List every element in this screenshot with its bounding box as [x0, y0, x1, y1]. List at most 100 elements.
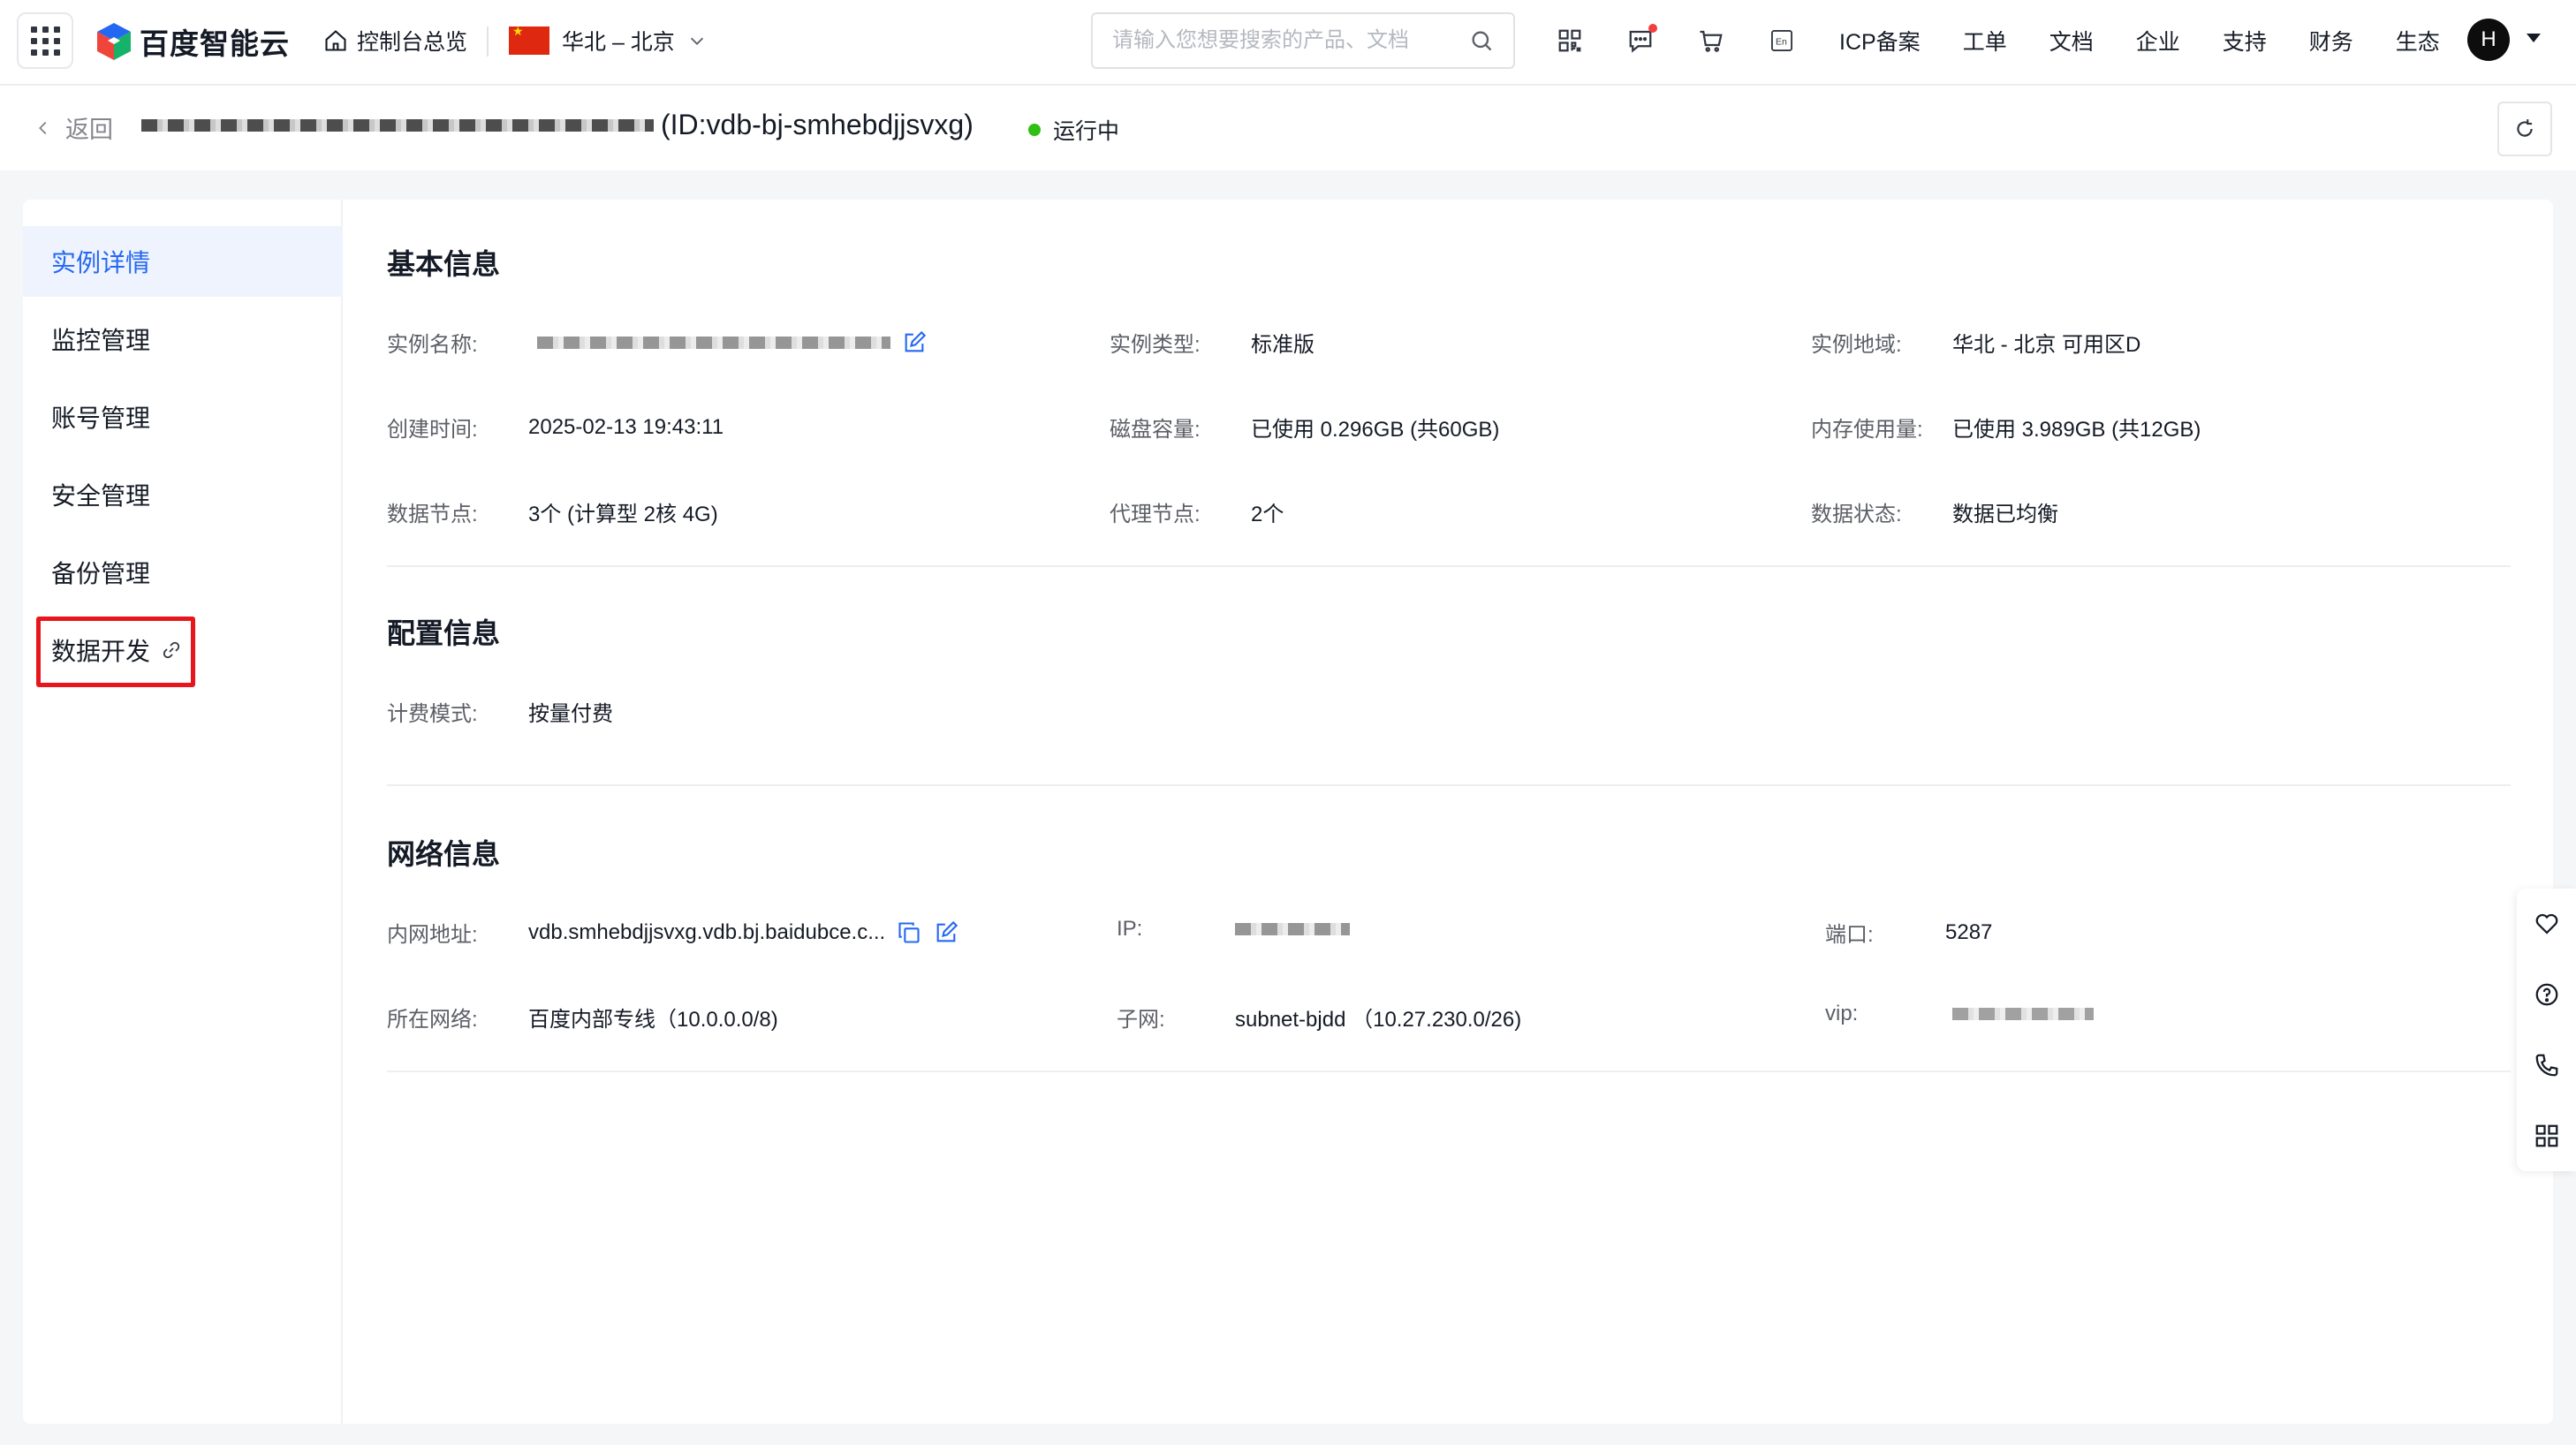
field-billing-mode: 计费模式: 按量付费 [387, 696, 613, 727]
section-title-network: 网络信息 [387, 838, 501, 870]
field-label: 数据节点: [387, 503, 478, 526]
detail-card: 实例详情 监控管理 账号管理 安全管理 备份管理 数据开发 基本信息 实例名称:… [23, 200, 2553, 1424]
field-value: 已使用 3.989GB (共12GB) [1952, 418, 2201, 442]
vpc-link[interactable]: 百度内部专线（10.0.0.0/8) [528, 1002, 778, 1033]
field-label: 数据状态: [1811, 503, 1902, 526]
nav-links: ICP备案 工单 文档 企业 支持 财务 生态 [1839, 23, 2440, 58]
instance-title: (ID:vdb-bj-smhebdjjsvxg) [141, 109, 974, 141]
highlight-box [36, 617, 195, 687]
field-label: 子网: [1117, 1008, 1165, 1032]
field-instance-name: 实例名称: [387, 327, 927, 358]
back-button[interactable]: 返回 [34, 110, 113, 145]
sidebar-item-security[interactable]: 安全管理 [23, 459, 343, 530]
nav-link-ticket[interactable]: 工单 [1963, 25, 2007, 57]
field-label: 磁盘容量: [1110, 418, 1201, 442]
field-port: 端口: 5287 [1825, 917, 1992, 948]
sidebar-item-account[interactable]: 账号管理 [23, 382, 343, 452]
field-label: 实例地域: [1811, 333, 1902, 357]
subnet-link[interactable]: subnet-bjdd （10.27.230.0/26) [1235, 1002, 1521, 1033]
field-instance-type: 实例类型: 标准版 [1110, 327, 1315, 358]
nav-link-docs[interactable]: 文档 [2049, 25, 2094, 57]
field-data-nodes: 数据节点: 3个 (计算型 2核 4G) [387, 496, 718, 527]
sidebar-item-monitor[interactable]: 监控管理 [23, 304, 343, 374]
field-value: 5287 [1945, 919, 1993, 944]
nav-icon-group: En [1555, 23, 1797, 58]
sidebar-item-instance-detail[interactable]: 实例详情 [23, 226, 343, 297]
sidebar-item-backup[interactable]: 备份管理 [23, 537, 343, 608]
redacted-name [537, 336, 890, 349]
sidebar: 实例详情 监控管理 账号管理 安全管理 备份管理 数据开发 [23, 200, 343, 1424]
chevron-left-icon [39, 121, 47, 134]
field-label: 代理节点: [1110, 503, 1201, 526]
field-intranet-address: 内网地址: vdb.smhebdjjsvxg.vdb.bj.baidubce.c… [387, 917, 958, 948]
field-subnet: 子网: subnet-bjdd （10.27.230.0/26) [1117, 1002, 1521, 1033]
nav-link-ecosystem[interactable]: 生态 [2396, 25, 2440, 57]
field-label: 内存使用量: [1811, 418, 1923, 442]
edit-icon[interactable] [901, 329, 928, 356]
cube-logo-icon [97, 23, 131, 60]
field-value: 数据已均衡 [1952, 503, 2058, 526]
field-value [1952, 1008, 2094, 1020]
search-input[interactable] [1112, 28, 1448, 53]
help-button[interactable] [2517, 959, 2576, 1030]
qrcode-icon[interactable] [1555, 26, 1585, 56]
search-icon[interactable] [1469, 28, 1494, 53]
language-en-icon[interactable]: En [1767, 26, 1797, 56]
field-vip: vip: [1825, 1002, 2094, 1026]
field-data-state: 数据状态: 数据已均衡 [1811, 496, 2058, 527]
nav-link-finance[interactable]: 财务 [2309, 25, 2353, 57]
phone-button[interactable] [2517, 1030, 2576, 1101]
brand-logo[interactable]: 百度智能云 [95, 21, 290, 62]
field-label: 创建时间: [387, 418, 478, 442]
field-memory-usage: 内存使用量: 已使用 3.989GB (共12GB) [1811, 412, 2201, 443]
avatar[interactable]: H [2467, 19, 2510, 61]
caret-down-icon[interactable] [2527, 34, 2541, 42]
question-icon [2535, 983, 2557, 1006]
region-label: 华北 – 北京 [562, 30, 675, 55]
floating-toolbar [2517, 889, 2576, 1171]
console-home-link[interactable]: 控制台总览 [323, 23, 467, 58]
console-home-label: 控制台总览 [357, 30, 468, 55]
favorite-button[interactable] [2517, 889, 2576, 959]
field-label: 计费模式: [387, 702, 478, 726]
section-title-basic: 基本信息 [387, 248, 501, 280]
apps-button[interactable] [2517, 1101, 2576, 1171]
edit-icon[interactable] [933, 919, 959, 946]
message-icon[interactable] [1625, 24, 1657, 56]
field-label: 内网地址: [387, 923, 478, 947]
region-selector[interactable]: 华北 – 北京 [509, 23, 707, 58]
field-disk-capacity: 磁盘容量: 已使用 0.296GB (共60GB) [1110, 412, 1499, 443]
copy-icon[interactable] [896, 919, 922, 946]
apps-grid-icon[interactable] [17, 12, 73, 69]
nav-link-enterprise[interactable]: 企业 [2136, 25, 2180, 57]
redacted-vip [1952, 1008, 2094, 1020]
field-value: 按量付费 [528, 702, 613, 726]
field-value: 华北 - 北京 可用区D [1952, 333, 2141, 357]
nav-link-support[interactable]: 支持 [2223, 25, 2267, 57]
status-label: 运行中 [1053, 119, 1120, 144]
cart-icon[interactable] [1696, 26, 1726, 56]
field-value: 标准版 [1251, 333, 1315, 357]
nav-link-icp[interactable]: ICP备案 [1839, 25, 1921, 57]
field-value: 已使用 0.296GB (共60GB) [1251, 418, 1500, 442]
intranet-address-value: vdb.smhebdjjsvxg.vdb.bj.baidubce.c... [528, 919, 886, 944]
chevron-down-icon [690, 37, 703, 45]
brand-name: 百度智能云 [140, 27, 290, 60]
heart-icon [2535, 913, 2557, 934]
field-ip: IP: [1117, 917, 1350, 942]
top-navigation: 百度智能云 控制台总览 华北 – 北京 En ICP备案 工单 文档 企业 支持 [0, 0, 2576, 85]
grid-icon [2535, 1124, 2557, 1147]
section-divider [387, 1071, 2511, 1072]
refresh-button[interactable] [2497, 102, 2552, 156]
status-badge: 运行中 [1028, 114, 1119, 146]
field-label: 所在网络: [387, 1008, 478, 1032]
field-vpc: 所在网络: 百度内部专线（10.0.0.0/8) [387, 1002, 778, 1033]
notification-dot [1648, 24, 1657, 33]
global-search[interactable] [1091, 12, 1515, 69]
field-value: 2个 [1251, 503, 1284, 526]
back-label: 返回 [65, 117, 113, 143]
field-value: vdb.smhebdjjsvxg.vdb.bj.baidubce.c... [528, 919, 959, 946]
section-divider [387, 784, 2511, 786]
section-divider [387, 565, 2511, 567]
redacted-ip [1235, 923, 1350, 935]
